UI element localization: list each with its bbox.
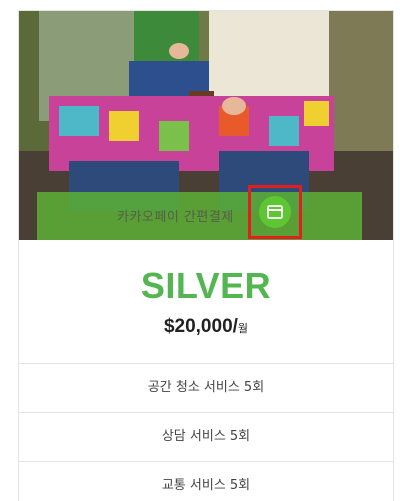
plan-name: SILVER xyxy=(140,265,272,306)
pricing-card: 카카오페이 간편결제 SILVER $20,000/월 공간 청소 서비스 5회… xyxy=(18,10,394,501)
pay-button-highlight xyxy=(248,185,302,239)
feature-list: 공간 청소 서비스 5회 상담 서비스 5회 교통 서비스 5회 xyxy=(19,363,393,501)
kakaopay-button[interactable] xyxy=(259,196,291,228)
feature-item: 공간 청소 서비스 5회 xyxy=(19,363,393,412)
price-period: 월 xyxy=(237,323,249,335)
credit-card-icon xyxy=(267,205,283,219)
kakaopay-label: 카카오페이 간편결제 xyxy=(117,210,234,225)
feature-item: 상담 서비스 5회 xyxy=(19,412,393,461)
price-amount: $20,000/ xyxy=(163,316,238,337)
feature-item: 교통 서비스 5회 xyxy=(19,461,393,501)
plan-price: $20,000/월 xyxy=(19,316,393,338)
family-photo: 카카오페이 간편결제 xyxy=(19,11,393,240)
kakaopay-bar: 카카오페이 간편결제 xyxy=(37,192,362,240)
plan-info: SILVER $20,000/월 xyxy=(19,240,393,363)
